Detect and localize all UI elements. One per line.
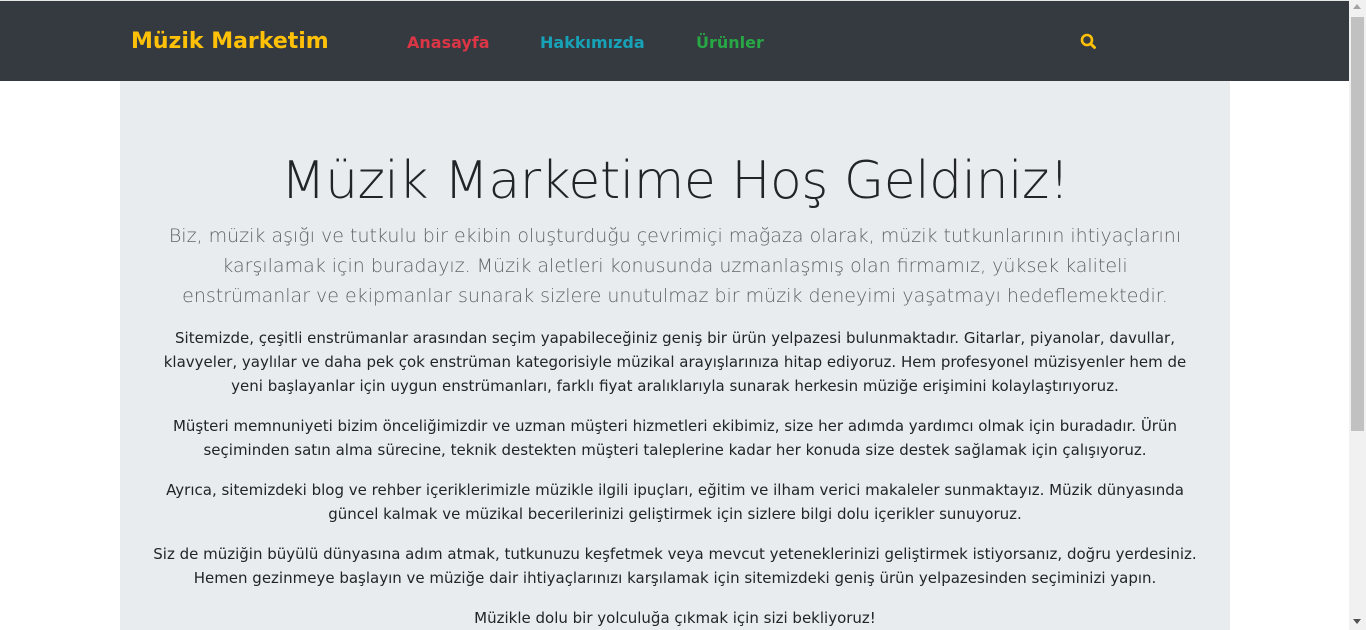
nav-link-products[interactable]: Ürünler [696,33,764,52]
nav-link-home[interactable]: Anasayfa [407,33,490,52]
scroll-up-arrow-icon[interactable] [1353,4,1361,9]
search-icon[interactable] [1079,32,1099,52]
content-paragraph: Siz de müziğin büyülü dünyasına adım atm… [153,545,1197,587]
page: Müzik Marketim Anasayfa Hakkımızda Ürünl… [0,0,1366,630]
lead-paragraph: Biz, müzik aşığı ve tutkulu bir ekibin o… [168,225,1182,307]
content-paragraph: Sitemizde, çeşitli enstrümanlar arasında… [163,329,1187,395]
content-paragraph: Müşteri memnuniyeti bizim önceliğimizdir… [172,417,1177,459]
scrollbar-thumb[interactable] [1351,17,1364,431]
vertical-scrollbar[interactable] [1349,0,1366,630]
scroll-down-arrow-icon[interactable] [1353,619,1361,624]
page-title: Müzik Marketime Hoş Geldiniz! [280,151,1070,211]
navbar: Müzik Marketim Anasayfa Hakkımızda Ürünl… [0,0,1349,81]
content-paragraph: Ayrıca, sitemizdeki blog ve rehber içeri… [166,481,1184,523]
welcome-jumbotron: Müzik Marketime Hoş Geldiniz! Biz, müzik… [120,81,1230,630]
closing-paragraph: Müzikle dolu bir yolculuğa çıkmak için s… [474,609,876,627]
nav-link-about[interactable]: Hakkımızda [540,33,645,52]
brand-logo[interactable]: Müzik Marketim [131,29,329,54]
